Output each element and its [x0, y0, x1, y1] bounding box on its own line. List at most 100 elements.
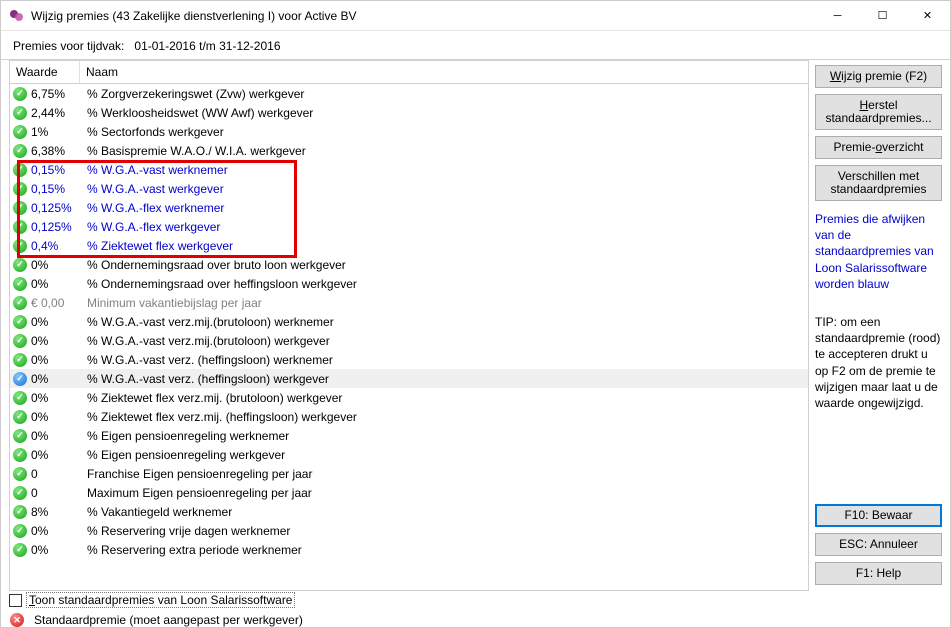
row-name: % W.G.A.-flex werknemer [87, 201, 808, 215]
close-button[interactable]: ✕ [905, 1, 950, 30]
table-row[interactable]: 6,75%% Zorgverzekeringswet (Zvw) werkgev… [10, 84, 808, 103]
subheader-range: 01-01-2016 t/m 31-12-2016 [134, 39, 280, 53]
check-green-icon [13, 334, 27, 348]
check-green-icon [13, 391, 27, 405]
check-green-icon [13, 87, 27, 101]
row-value: 0% [29, 258, 87, 272]
row-name: Minimum vakantiebijslag per jaar [87, 296, 808, 310]
row-value: 0% [29, 410, 87, 424]
window-title: Wijzig premies (43 Zakelijke dienstverle… [31, 9, 815, 23]
table-row[interactable]: 0,15%% W.G.A.-vast werkgever [10, 179, 808, 198]
table-row[interactable]: 0%% Reservering vrije dagen werknemer [10, 521, 808, 540]
check-green-icon [13, 505, 27, 519]
check-green-icon [13, 315, 27, 329]
row-name: % W.G.A.-vast verz.mij.(brutoloon) werkg… [87, 334, 808, 348]
table-row[interactable]: 0%% Ondernemingsraad over bruto loon wer… [10, 255, 808, 274]
row-value: 0% [29, 429, 87, 443]
table-row[interactable]: 0%% W.G.A.-vast verz. (heffingsloon) wer… [10, 350, 808, 369]
row-name: % Sectorfonds werkgever [87, 125, 808, 139]
row-name: % Reservering vrije dagen werknemer [87, 524, 808, 538]
subheader: Premies voor tijdvak: 01-01-2016 t/m 31-… [1, 31, 950, 60]
check-green-icon [13, 163, 27, 177]
row-name: % W.G.A.-vast verz.mij.(brutoloon) werkn… [87, 315, 808, 329]
row-value: 0% [29, 448, 87, 462]
check-green-icon [13, 125, 27, 139]
check-green-icon [13, 524, 27, 538]
row-value: 8% [29, 505, 87, 519]
table-row[interactable]: 0Franchise Eigen pensioenregeling per ja… [10, 464, 808, 483]
table-row[interactable]: 6,38%% Basispremie W.A.O./ W.I.A. werkge… [10, 141, 808, 160]
app-logo-icon [9, 8, 25, 24]
row-value: 1% [29, 125, 87, 139]
table-row[interactable]: 0%% W.G.A.-vast verz.mij.(brutoloon) wer… [10, 331, 808, 350]
maximize-button[interactable]: ☐ [860, 1, 905, 30]
table-row[interactable]: 0%% W.G.A.-vast verz. (heffingsloon) wer… [10, 369, 808, 388]
check-green-icon [13, 239, 27, 253]
row-value: 0% [29, 315, 87, 329]
check-green-icon [13, 353, 27, 367]
col-header-name[interactable]: Naam [80, 61, 808, 83]
list-body[interactable]: 6,75%% Zorgverzekeringswet (Zvw) werkgev… [9, 84, 809, 591]
toon-standaard-label[interactable]: Toon standaardpremies van Loon Salarisso… [26, 592, 295, 608]
row-value: 0% [29, 524, 87, 538]
row-value: 0% [29, 334, 87, 348]
row-value: 0,15% [29, 163, 87, 177]
table-row[interactable]: 0Maximum Eigen pensioenregeling per jaar [10, 483, 808, 502]
table-row[interactable]: € 0,00Minimum vakantiebijslag per jaar [10, 293, 808, 312]
table-row[interactable]: 0,125%% W.G.A.-flex werknemer [10, 198, 808, 217]
table-row[interactable]: 0%% Ondernemingsraad over heffingsloon w… [10, 274, 808, 293]
wijzig-premie-button[interactable]: Wijzig premie (F2) [815, 65, 942, 88]
table-row[interactable]: 0%% Ziektewet flex verz.mij. (brutoloon)… [10, 388, 808, 407]
check-green-icon [13, 486, 27, 500]
row-value: 0% [29, 372, 87, 386]
check-green-icon [13, 201, 27, 215]
check-green-icon [13, 296, 27, 310]
row-value: 0% [29, 353, 87, 367]
table-row[interactable]: 8%% Vakantiegeld werknemer [10, 502, 808, 521]
table-row[interactable]: 1%% Sectorfonds werkgever [10, 122, 808, 141]
row-value: 0% [29, 543, 87, 557]
row-name: % W.G.A.-vast werknemer [87, 163, 808, 177]
bewaar-button[interactable]: F10: Bewaar [815, 504, 942, 527]
table-row[interactable]: 0,125%% W.G.A.-flex werkgever [10, 217, 808, 236]
row-value: € 0,00 [29, 296, 87, 310]
row-name: % Eigen pensioenregeling werkgever [87, 448, 808, 462]
row-name: % Basispremie W.A.O./ W.I.A. werkgever [87, 144, 808, 158]
table-row[interactable]: 0%% Ziektewet flex verz.mij. (heffingslo… [10, 407, 808, 426]
premie-overzicht-button[interactable]: Premie-overzicht [815, 136, 942, 159]
verschillen-button[interactable]: Verschillen metstandaardpremies [815, 165, 942, 201]
row-value: 6,38% [29, 144, 87, 158]
herstel-standaard-button[interactable]: Herstelstandaardpremies... [815, 94, 942, 130]
minimize-button[interactable]: ─ [815, 1, 860, 30]
check-green-icon [13, 467, 27, 481]
check-green-icon [13, 410, 27, 424]
col-header-value[interactable]: Waarde [10, 61, 80, 83]
table-row[interactable]: 0%% W.G.A.-vast verz.mij.(brutoloon) wer… [10, 312, 808, 331]
side-note-tip: TIP: om een standaardpremie (rood) te ac… [815, 314, 942, 411]
table-row[interactable]: 0,15%% W.G.A.-vast werknemer [10, 160, 808, 179]
row-value: 2,44% [29, 106, 87, 120]
row-name: % Ondernemingsraad over bruto loon werkg… [87, 258, 808, 272]
row-name: Franchise Eigen pensioenregeling per jaa… [87, 467, 808, 481]
help-button[interactable]: F1: Help [815, 562, 942, 585]
table-row[interactable]: 0%% Reservering extra periode werknemer [10, 540, 808, 559]
table-row[interactable]: 0%% Eigen pensioenregeling werkgever [10, 445, 808, 464]
check-green-icon [13, 543, 27, 557]
table-row[interactable]: 0,4%% Ziektewet flex werkgever [10, 236, 808, 255]
check-green-icon [13, 258, 27, 272]
row-name: % W.G.A.-vast verz. (heffingsloon) werkn… [87, 353, 808, 367]
annuleer-button[interactable]: ESC: Annuleer [815, 533, 942, 556]
toon-standaard-checkbox[interactable] [9, 594, 22, 607]
premies-list-pane: Waarde Naam 6,75%% Zorgverzekeringswet (… [1, 60, 809, 591]
row-name: % Zorgverzekeringswet (Zvw) werkgever [87, 87, 808, 101]
row-value: 0,125% [29, 201, 87, 215]
legend-row: Standaardpremie (moet aangepast per werk… [1, 609, 950, 627]
row-name: % Vakantiegeld werknemer [87, 505, 808, 519]
table-row[interactable]: 0%% Eigen pensioenregeling werknemer [10, 426, 808, 445]
row-name: % Ziektewet flex verz.mij. (heffingsloon… [87, 410, 808, 424]
check-blue-icon [13, 372, 27, 386]
table-row[interactable]: 2,44%% Werkloosheidswet (WW Awf) werkgev… [10, 103, 808, 122]
side-note-blue: Premies die afwijken van de standaardpre… [815, 211, 942, 292]
row-name: % W.G.A.-flex werkgever [87, 220, 808, 234]
row-value: 0,15% [29, 182, 87, 196]
